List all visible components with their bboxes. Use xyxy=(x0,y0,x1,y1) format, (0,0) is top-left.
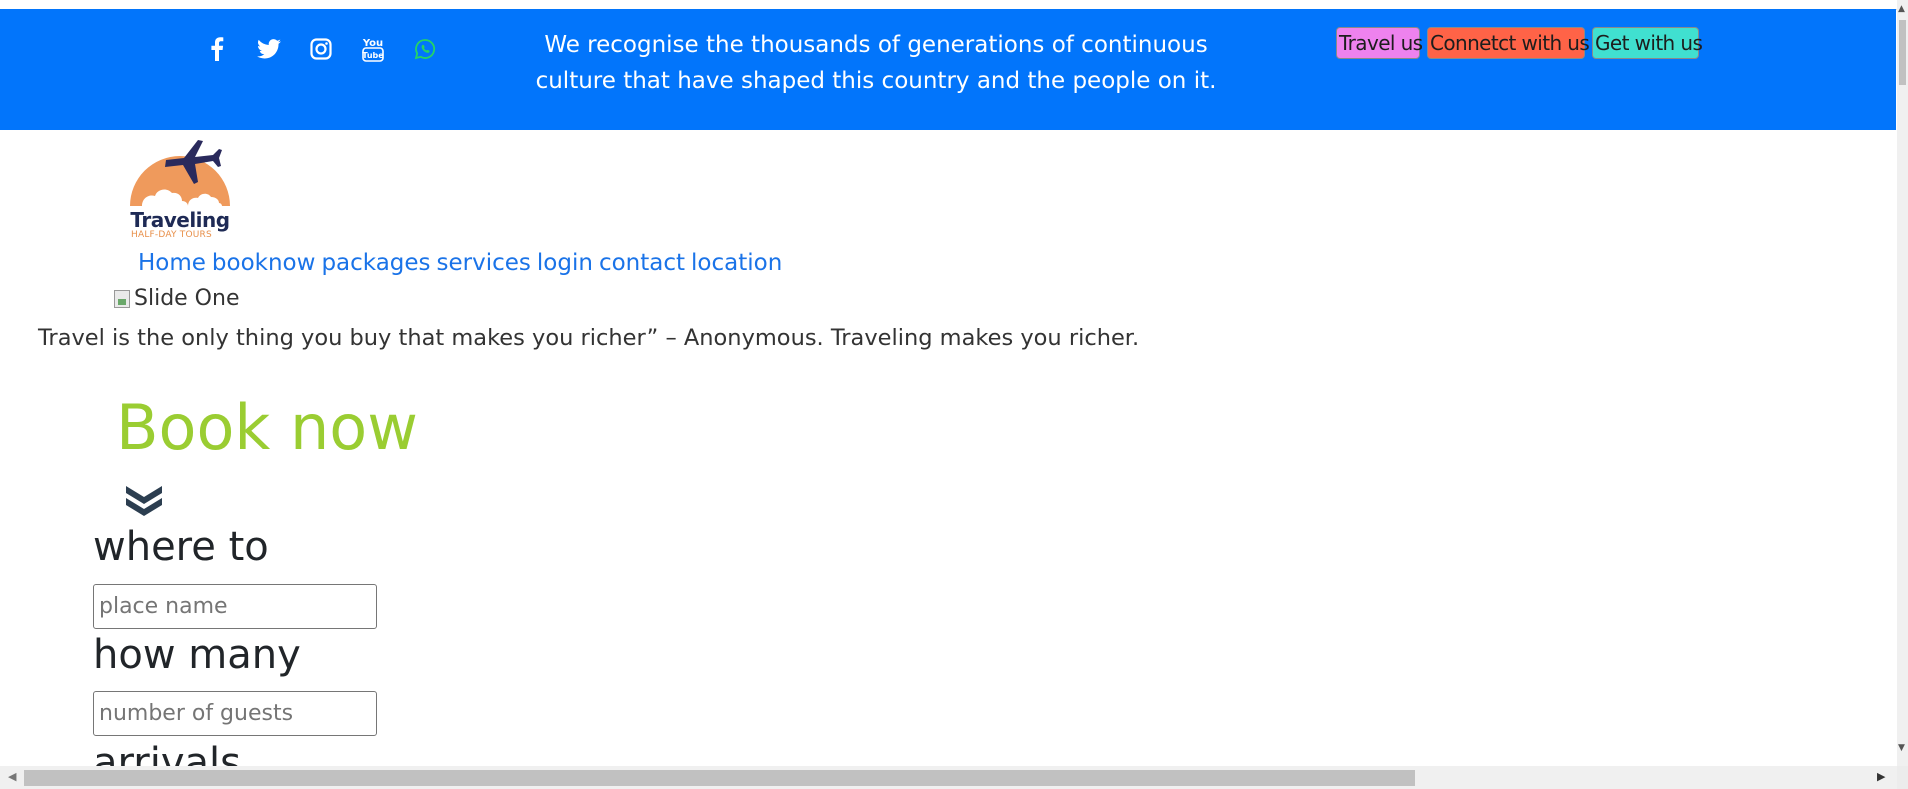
guests-input[interactable] xyxy=(93,691,377,736)
vertical-scroll-thumb[interactable] xyxy=(1899,20,1906,85)
book-now-heading: Book now xyxy=(116,391,418,464)
top-buttons: Travel us Connetct with us Get with us xyxy=(1336,27,1703,59)
facebook-icon[interactable] xyxy=(191,31,243,67)
site-logo[interactable]: Traveling HALF-DAY TOURS xyxy=(126,133,234,241)
scroll-left-arrow-icon[interactable]: ◀ xyxy=(8,770,16,783)
nav-location[interactable]: location xyxy=(691,248,782,278)
travel-us-button[interactable]: Travel us xyxy=(1336,27,1423,59)
svg-text:Tube: Tube xyxy=(362,51,384,60)
scroll-right-arrow-icon[interactable]: ▶ xyxy=(1877,770,1885,783)
scrollbar-corner xyxy=(1897,766,1908,789)
place-name-input[interactable] xyxy=(93,584,377,629)
connect-with-us-button[interactable]: Connetct with us xyxy=(1427,27,1590,59)
logo-title: Traveling xyxy=(130,208,230,232)
broken-image-icon xyxy=(114,289,130,308)
get-with-us-button[interactable]: Get with us xyxy=(1592,27,1703,59)
top-banner: You Tube We recognise the thousands of ge… xyxy=(0,9,1896,130)
logo-subtitle: HALF-DAY TOURS xyxy=(131,230,212,240)
scroll-up-arrow-icon[interactable]: ▲ xyxy=(1898,4,1905,14)
twitter-icon[interactable] xyxy=(243,31,295,67)
slide-alt-text: Slide One xyxy=(134,286,240,311)
nav-login[interactable]: login xyxy=(537,248,593,278)
instagram-icon[interactable] xyxy=(295,31,347,67)
where-to-label: where to xyxy=(93,524,269,570)
acknowledgement-text: We recognise the thousands of generation… xyxy=(535,32,1217,94)
nav-home[interactable]: Home xyxy=(138,248,206,278)
slide-image: Slide One xyxy=(114,286,239,311)
whatsapp-icon[interactable] xyxy=(399,31,451,67)
nav-packages[interactable]: packages xyxy=(321,248,430,278)
travel-quote: Travel is the only thing you buy that ma… xyxy=(38,325,1140,351)
nav-contact[interactable]: contact xyxy=(599,248,685,278)
social-links: You Tube xyxy=(191,31,451,67)
logo-graphic xyxy=(130,140,230,206)
double-chevron-down-icon[interactable] xyxy=(124,483,164,521)
nav-booknow[interactable]: booknow xyxy=(212,248,316,278)
main-nav: Home booknow packages services login con… xyxy=(138,248,782,278)
horizontal-scrollbar[interactable]: ◀ ▶ xyxy=(0,766,1897,789)
vertical-scrollbar[interactable]: ▲ ▼ xyxy=(1897,0,1908,789)
youtube-icon[interactable]: You Tube xyxy=(347,31,399,67)
nav-services[interactable]: services xyxy=(437,248,531,278)
horizontal-scroll-thumb[interactable] xyxy=(24,770,1415,786)
scroll-down-arrow-icon[interactable]: ▼ xyxy=(1898,743,1905,753)
how-many-label: how many xyxy=(93,632,301,678)
